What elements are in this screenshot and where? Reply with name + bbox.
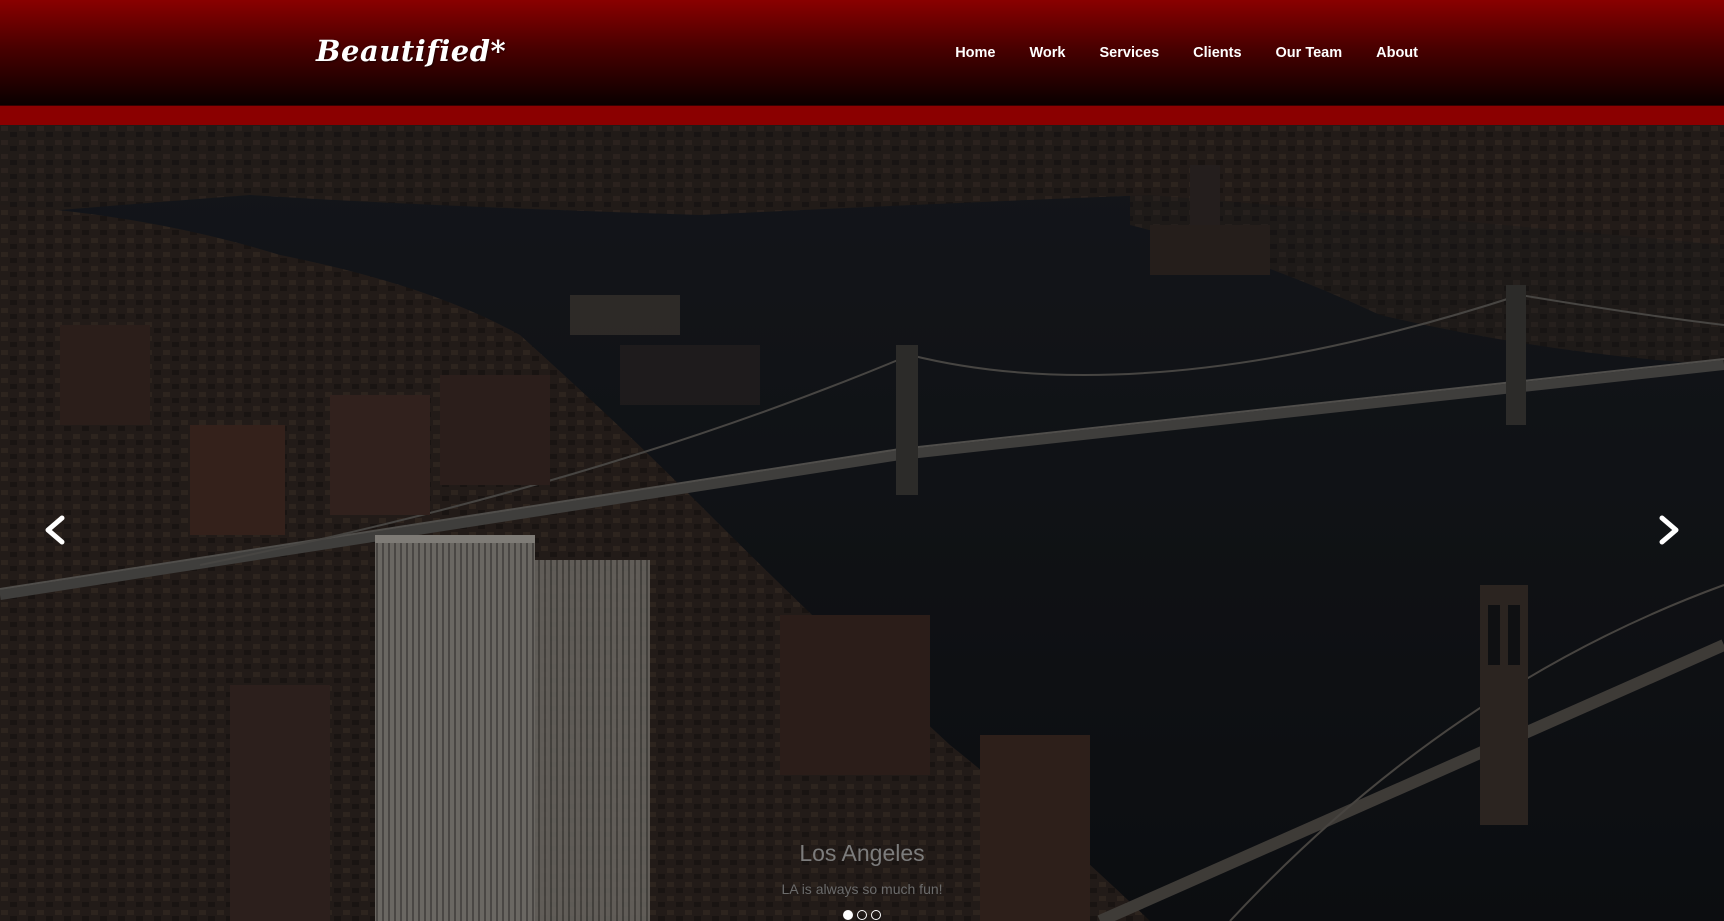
nav-home[interactable]: Home (955, 45, 995, 61)
chevron-left-icon (45, 515, 65, 545)
nav-clients[interactable]: Clients (1193, 45, 1241, 61)
nav-our-team[interactable]: Our Team (1276, 45, 1343, 61)
hero-dim-overlay (0, 125, 1724, 921)
chevron-right-icon (1659, 515, 1679, 545)
main-nav: Home Work Services Clients Our Team Abou… (921, 45, 1418, 61)
hero-carousel[interactable]: Los Angeles LA is always so much fun! (0, 125, 1724, 921)
carousel-dot-1[interactable] (843, 910, 853, 920)
nav-about[interactable]: About (1376, 45, 1418, 61)
header-stripe (0, 105, 1724, 125)
site-header: Beautified* Home Work Services Clients O… (0, 0, 1724, 105)
nav-work[interactable]: Work (1030, 45, 1066, 61)
carousel-dot-3[interactable] (871, 910, 881, 920)
nav-services[interactable]: Services (1100, 45, 1160, 61)
carousel-next-button[interactable] (1648, 510, 1688, 550)
carousel-prev-button[interactable] (36, 510, 76, 550)
slide-title: Los Angeles (799, 840, 925, 866)
carousel-dot-2[interactable] (857, 910, 867, 920)
site-logo[interactable]: Beautified* (316, 34, 506, 68)
slide-subtitle: LA is always so much fun! (781, 881, 943, 897)
carousel-indicators (0, 910, 1724, 920)
